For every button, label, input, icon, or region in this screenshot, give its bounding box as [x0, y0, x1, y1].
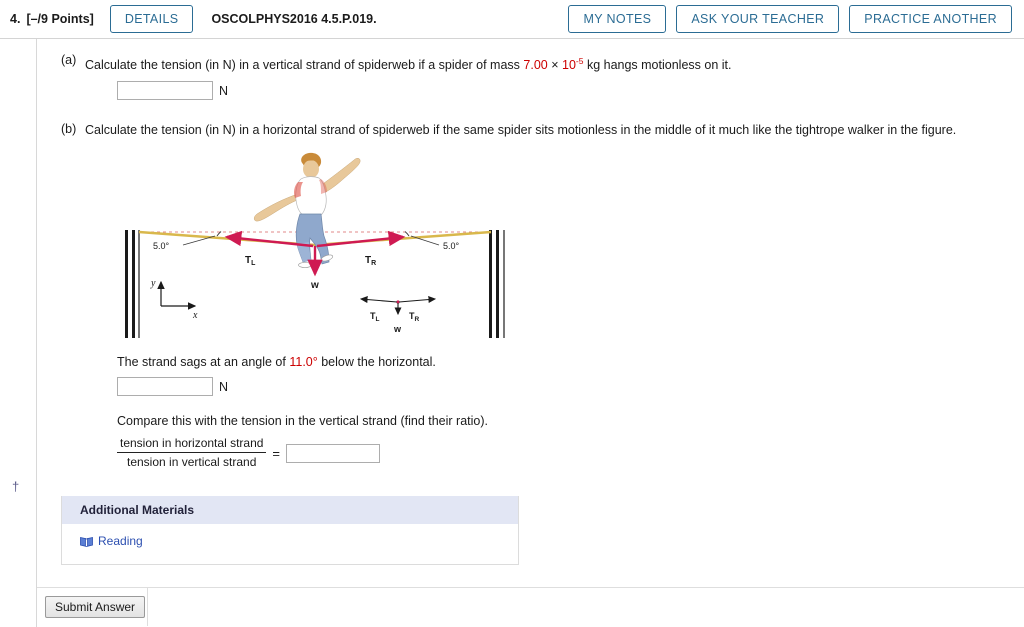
part-b-label: (b)	[61, 122, 77, 137]
sag-text-after: below the horizontal.	[317, 355, 436, 370]
additional-materials-title: Additional Materials	[62, 496, 518, 525]
question-code: OSCOLPHYS2016 4.5.P.019.	[211, 12, 377, 26]
additional-materials-body: Reading	[62, 524, 518, 564]
sag-text-before: The strand sags at an angle of	[117, 355, 290, 370]
part-a-answer-input[interactable]	[117, 81, 213, 101]
tightrope-figure-svg: 5.0° 5.0° TL TR w y x TL TR w	[125, 153, 505, 339]
axis-y-label: y	[150, 278, 156, 289]
points-label: [–/9 Points]	[26, 12, 94, 26]
tension-left-label: TL	[245, 255, 256, 267]
compare-instruction: Compare this with the tension in the ver…	[117, 414, 489, 429]
part-a-text: Calculate the tension (in N) in a vertic…	[85, 53, 731, 73]
left-gutter: †	[0, 39, 36, 627]
part-a-text-before: Calculate the tension (in N) in a vertic…	[85, 58, 524, 73]
submit-divider	[147, 587, 148, 626]
angle-arc-right	[404, 231, 410, 237]
part-b-text: Calculate the tension (in N) in a horizo…	[85, 123, 957, 138]
part-a-unit: N	[219, 83, 229, 98]
part-a-mass-value: 7.00	[523, 58, 548, 73]
part-a-text-after: kg hangs motionless on it.	[583, 58, 732, 73]
question-number: 4.	[10, 12, 21, 26]
details-button[interactable]: DETAILS	[109, 5, 194, 33]
question-header: 4. [–/9 Points] DETAILS OSCOLPHYS2016 4.…	[0, 0, 1024, 39]
ratio-equals-sign: =	[272, 445, 281, 461]
coordinate-axes: y x	[150, 278, 198, 321]
header-actions: MY NOTES ASK YOUR TEACHER PRACTICE ANOTH…	[568, 5, 1012, 33]
part-b-unit: N	[219, 379, 229, 394]
reading-link[interactable]: Reading	[80, 534, 143, 548]
right-post	[489, 230, 505, 339]
part-a-times: ×	[547, 58, 562, 73]
sag-angle-value: 11.0°	[289, 355, 318, 370]
my-notes-button[interactable]: MY NOTES	[568, 5, 667, 33]
book-icon	[80, 536, 93, 547]
ratio-numerator: tension in horizontal strand	[117, 436, 267, 454]
tension-right-vector	[316, 231, 406, 248]
ask-your-teacher-button[interactable]: ASK YOUR TEACHER	[676, 5, 840, 33]
part-a: (a) Calculate the tension (in N) in a ve…	[37, 39, 1024, 73]
part-b-answer-row: N	[37, 377, 1024, 397]
ratio-fraction: tension in horizontal strand tension in …	[117, 436, 267, 470]
ratio-row: tension in horizontal strand tension in …	[37, 436, 1024, 470]
fbd-tension-left-label: TL	[370, 311, 380, 323]
sag-description: The strand sags at an angle of 11.0° bel…	[37, 355, 1024, 369]
question-content: (a) Calculate the tension (in N) in a ve…	[36, 39, 1024, 627]
practice-another-button[interactable]: PRACTICE ANOTHER	[849, 5, 1012, 33]
footnote-dagger: †	[12, 479, 20, 494]
submit-bar: Submit Answer	[37, 586, 1024, 626]
question-body: † (a) Calculate the tension (in N) in a …	[0, 39, 1024, 627]
fbd-tension-right-label: TR	[409, 311, 420, 323]
part-b: (b) Calculate the tension (in N) in a ho…	[37, 100, 1024, 138]
fbd-weight-label: w	[393, 324, 402, 334]
left-post	[125, 230, 140, 339]
additional-materials-panel: Additional Materials Reading	[61, 496, 519, 565]
part-a-answer-row: N	[37, 81, 1024, 101]
angle-right-label: 5.0°	[443, 241, 460, 251]
ratio-answer-input[interactable]	[286, 443, 381, 463]
submit-answer-button[interactable]: Submit Answer	[45, 595, 146, 618]
ratio-denominator: tension in vertical strand	[127, 455, 257, 470]
part-a-mass-base: 10	[562, 58, 576, 73]
reading-link-label: Reading	[98, 534, 143, 549]
angle-left-label: 5.0°	[153, 241, 170, 251]
weight-label: w	[310, 280, 319, 291]
tightrope-figure: 5.0° 5.0° TL TR w y x TL TR w	[37, 146, 1024, 349]
free-body-diagram: TL TR w	[359, 296, 437, 334]
axis-x-label: x	[192, 310, 198, 321]
part-a-label: (a)	[61, 53, 77, 67]
tension-right-label: TR	[365, 255, 376, 267]
tightrope-walker	[253, 153, 361, 269]
part-b-answer-input[interactable]	[117, 377, 213, 397]
